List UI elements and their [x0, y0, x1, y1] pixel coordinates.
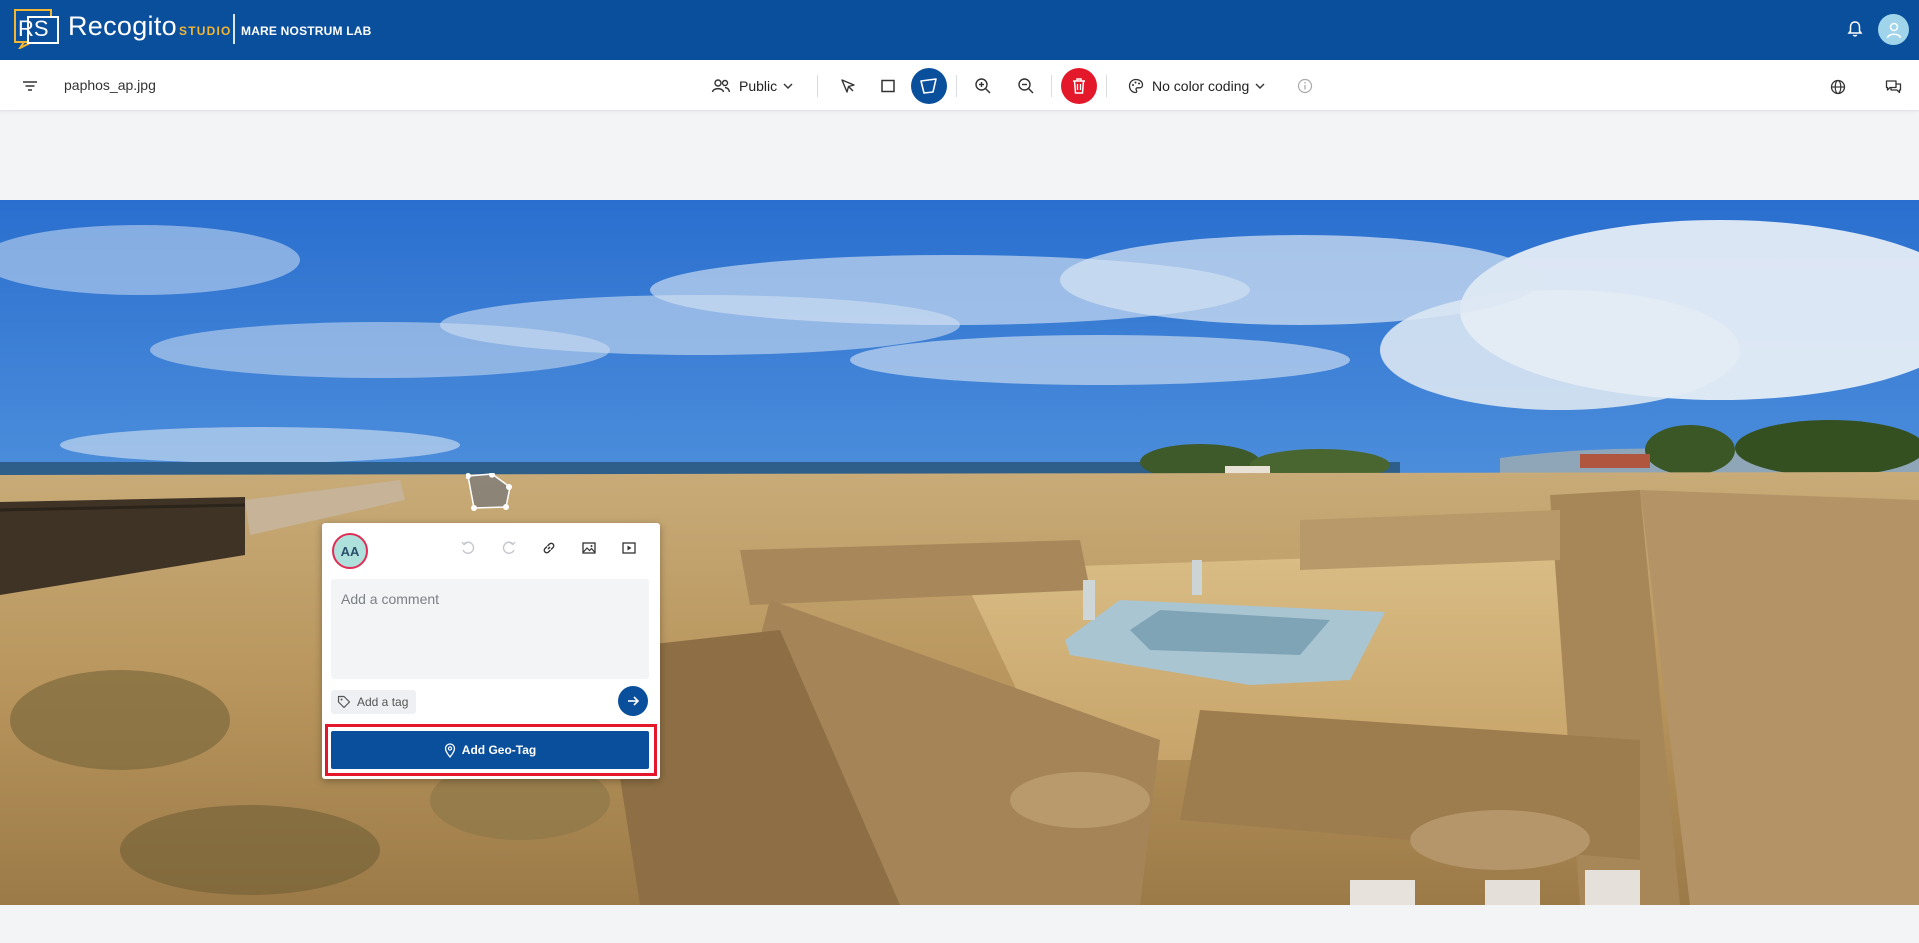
annotated-image[interactable] [0, 200, 1919, 905]
image-icon [582, 542, 596, 554]
app-brand-suffix: STUDIO [179, 24, 232, 38]
chevron-down-icon [783, 83, 793, 89]
document-filename: paphos_ap.jpg [64, 77, 156, 93]
filter-menu-button[interactable] [18, 75, 42, 97]
insert-video-button[interactable] [618, 537, 640, 559]
insert-image-button[interactable] [578, 537, 600, 559]
pointer-cursor-icon [841, 79, 855, 93]
header-divider [233, 14, 235, 44]
tag-icon [337, 695, 351, 709]
map-pin-icon [444, 742, 455, 758]
rectangle-tool-button[interactable] [874, 72, 902, 100]
chat-bubbles-icon [1885, 80, 1901, 94]
color-coding-label: No color coding [1152, 78, 1250, 94]
panorama-photo [0, 200, 1919, 905]
add-geotag-button[interactable]: Add Geo-Tag [331, 731, 649, 769]
zoom-out-button[interactable] [1012, 72, 1040, 100]
select-tool-button[interactable] [834, 72, 862, 100]
organization-name[interactable]: MARE NOSTRUM LAB [241, 24, 372, 38]
annotation-editor-popup: AA Add a comment Add a tag Add Geo-Tag [322, 523, 660, 779]
selected-polygon-shape[interactable] [466, 473, 512, 511]
comment-input[interactable] [341, 591, 639, 607]
undo-button[interactable] [457, 537, 479, 559]
delete-button[interactable] [1061, 68, 1097, 104]
toolbar-separator [817, 75, 818, 97]
editor-user-avatar: AA [332, 533, 368, 569]
trash-icon [1073, 78, 1085, 94]
info-button[interactable] [1296, 77, 1314, 95]
app-header: RS Recogito STUDIO MARE NOSTRUM LAB [0, 0, 1919, 60]
svg-text:RS: RS [18, 16, 49, 41]
app-brand-name[interactable]: Recogito [68, 11, 177, 42]
chevron-down-icon [1255, 83, 1265, 89]
redo-button[interactable] [498, 537, 520, 559]
comment-field[interactable] [331, 579, 649, 679]
recogito-logo[interactable]: RS [14, 9, 60, 49]
annotation-toolbar: paphos_ap.jpg Public No color coding [0, 60, 1919, 111]
palette-icon [1128, 78, 1144, 94]
color-coding-dropdown[interactable]: No color coding [1128, 72, 1265, 100]
undo-icon [461, 541, 475, 554]
insert-link-button[interactable] [538, 537, 560, 559]
toolbar-separator [1051, 75, 1052, 97]
comments-panel-button[interactable] [1882, 76, 1904, 98]
filter-lines-icon [23, 81, 37, 91]
redo-icon [502, 541, 516, 554]
toolbar-separator [1106, 75, 1107, 97]
link-icon [543, 542, 555, 554]
add-geotag-label: Add Geo-Tag [461, 743, 537, 757]
add-tag-button[interactable]: Add a tag [331, 690, 417, 714]
user-avatar[interactable] [1878, 14, 1909, 45]
language-button[interactable] [1827, 76, 1849, 98]
zoom-in-button[interactable] [969, 72, 997, 100]
toolbar-separator [956, 75, 957, 97]
notifications-bell-icon[interactable] [1846, 20, 1864, 38]
polygon-icon [920, 78, 937, 94]
rectangle-icon [881, 79, 895, 93]
arrow-right-icon [628, 696, 640, 706]
polygon-tool-button[interactable] [911, 68, 947, 104]
visibility-dropdown[interactable]: Public [711, 72, 793, 100]
users-icon [711, 79, 731, 93]
video-icon [622, 542, 636, 554]
info-icon [1297, 78, 1313, 94]
visibility-label: Public [739, 78, 778, 94]
globe-icon [1830, 79, 1846, 95]
zoom-out-icon [1018, 78, 1034, 94]
add-tag-label: Add a tag [357, 695, 409, 709]
zoom-in-icon [975, 78, 991, 94]
user-icon [1886, 22, 1901, 38]
submit-comment-button[interactable] [618, 686, 648, 716]
